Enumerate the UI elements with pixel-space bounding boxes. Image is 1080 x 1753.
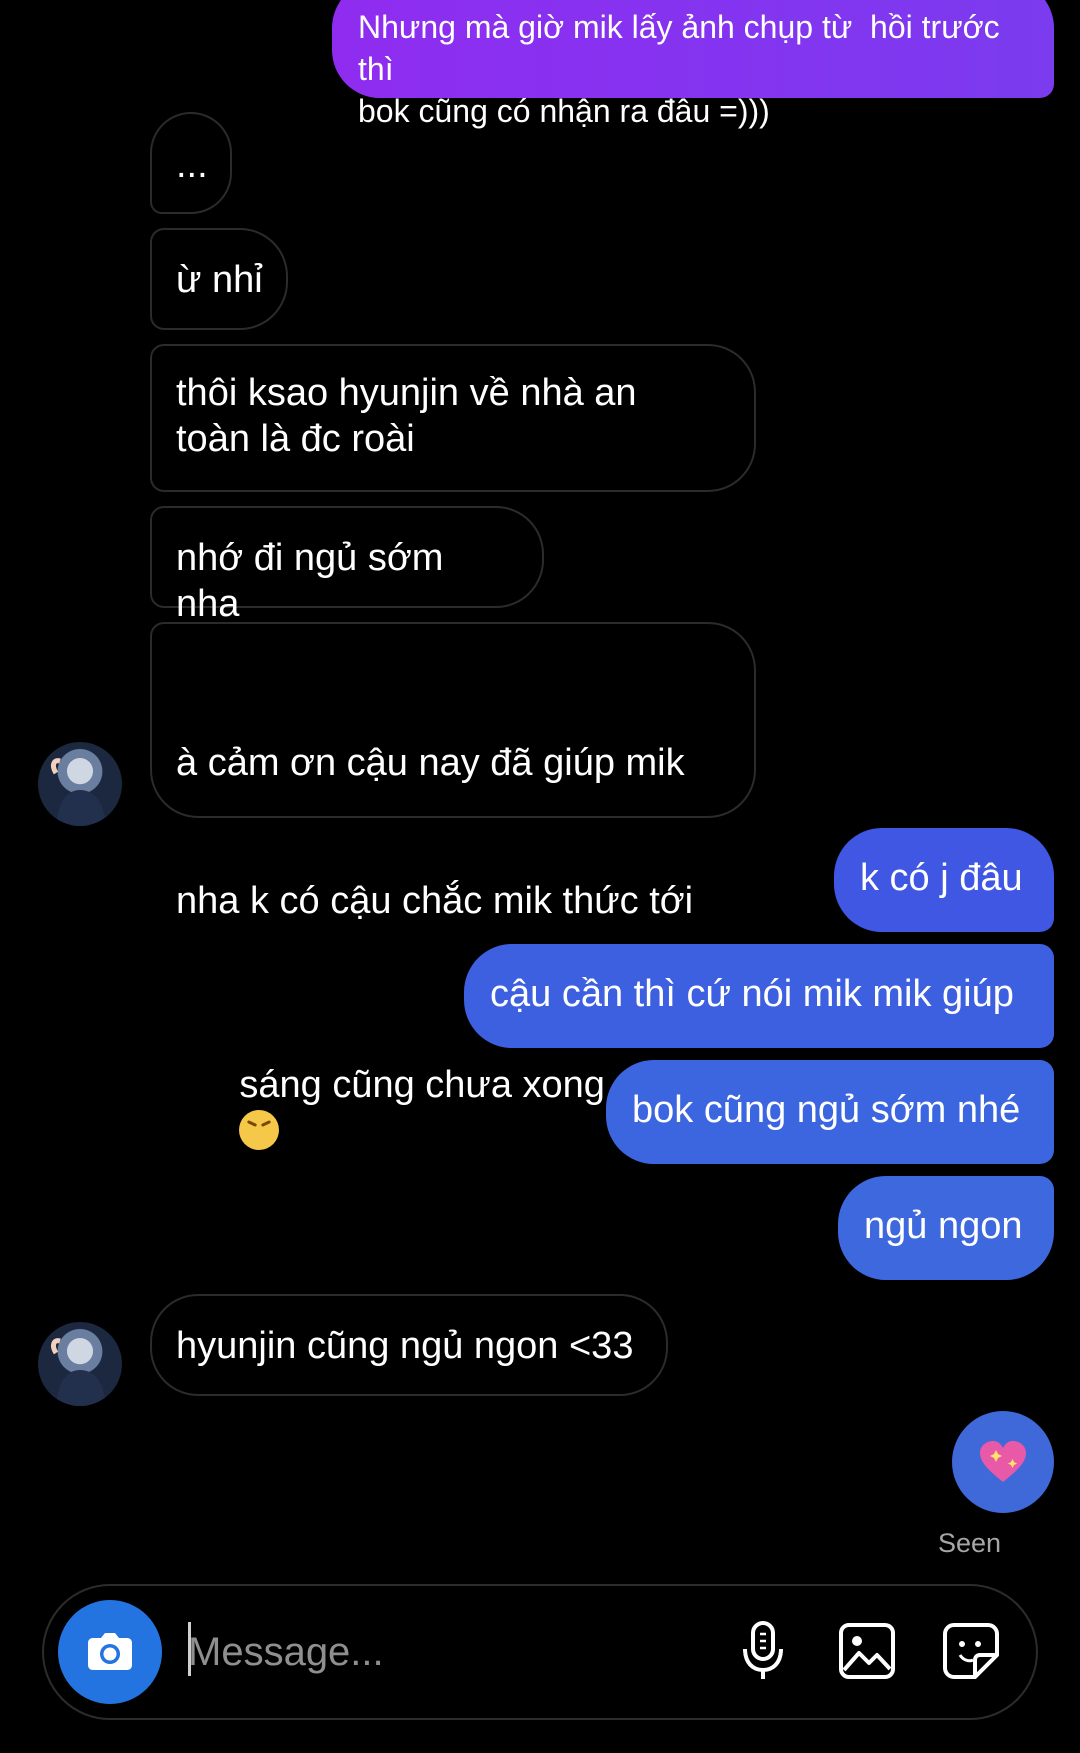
- message-line: nha k có cậu chắc mik thức tới: [176, 880, 694, 922]
- microphone-button[interactable]: [730, 1618, 796, 1684]
- sparkling-heart-emoji: [980, 1441, 1026, 1482]
- received-message[interactable]: hyunjin cũng ngủ ngon <33: [150, 1294, 668, 1396]
- sent-sticker-bubble[interactable]: [952, 1411, 1054, 1513]
- camera-icon: [88, 1633, 132, 1670]
- sent-message[interactable]: Nhưng mà giờ mik lấy ảnh chụp từ hồi trư…: [332, 0, 1054, 129]
- sticker-button[interactable]: [938, 1618, 1004, 1684]
- sent-message[interactable]: ngủ ngon: [838, 1176, 1054, 1280]
- avatar[interactable]: [38, 1322, 122, 1406]
- message-line: à cảm ơn cậu nay đã giúp mik: [176, 742, 685, 784]
- avatar-icon: [50, 758, 106, 826]
- received-message[interactable]: thôi ksao hyunjin về nhà an toàn là đc r…: [150, 344, 756, 492]
- received-message[interactable]: ừ nhỉ: [150, 228, 288, 330]
- received-message[interactable]: ...: [150, 112, 232, 214]
- gallery-button[interactable]: [834, 1618, 900, 1684]
- seen-status: Seen: [938, 1528, 1002, 1558]
- gallery-icon: [839, 1623, 895, 1679]
- sticker-icon: [943, 1623, 999, 1679]
- received-message[interactable]: à cảm ơn cậu nay đã giúp mik nha k có cậ…: [150, 622, 756, 1150]
- microphone-icon: [743, 1621, 783, 1679]
- avatar-icon: [50, 1338, 106, 1406]
- avatar[interactable]: [38, 742, 122, 826]
- sent-message[interactable]: cậu cần thì cứ nói mik mik giúp: [464, 944, 1054, 1048]
- message-text: sáng cũng chưa xong: [239, 1064, 605, 1106]
- message-composer: [42, 1584, 1038, 1720]
- camera-button[interactable]: [58, 1600, 162, 1704]
- sent-message[interactable]: bok cũng ngủ sớm nhé: [606, 1060, 1054, 1164]
- received-message[interactable]: nhớ đi ngủ sớm nha: [150, 506, 544, 625]
- confounded-face-emoji: [239, 1110, 280, 1150]
- sent-message[interactable]: k có j đâu: [834, 828, 1054, 932]
- message-input[interactable]: [188, 1620, 708, 1684]
